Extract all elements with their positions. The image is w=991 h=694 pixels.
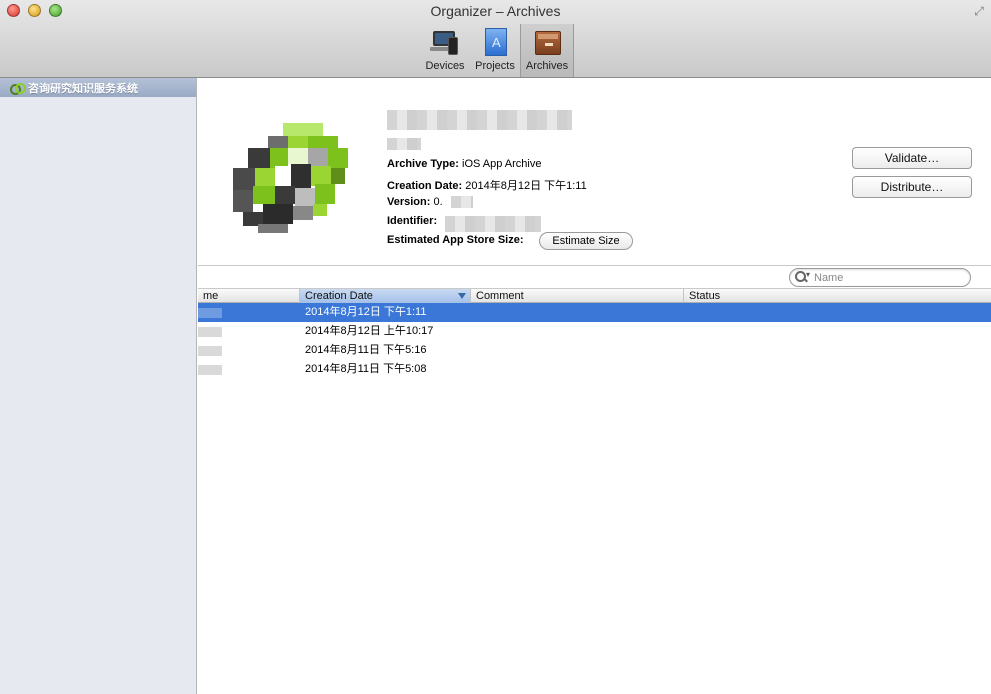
identifier-label: Identifier: [387, 215, 438, 227]
name-redacted [198, 346, 222, 356]
sidebar-item-app[interactable]: 咨询研究知识服务系统 [0, 78, 196, 97]
identifier-redacted [445, 216, 541, 232]
tab-label: Devices [425, 60, 465, 72]
app-subtitle-redacted [387, 138, 421, 150]
devices-icon [430, 27, 460, 57]
app-link-icon [10, 82, 26, 95]
creation-date-value: 2014年8月12日 下午1:11 [465, 180, 587, 192]
app-name-redacted [387, 110, 572, 130]
archive-type-label: Archive Type: [387, 158, 459, 170]
app-icon [233, 123, 348, 233]
creation-date-row: Creation Date: 2014年8月12日 下午1:11 [387, 177, 587, 193]
row-creation-date: 2014年8月12日 下午1:11 [305, 306, 427, 318]
row-creation-date: 2014年8月12日 上午10:17 [305, 325, 434, 337]
name-redacted [198, 327, 222, 337]
sidebar: 咨询研究知识服务系统 [0, 78, 197, 694]
creation-date-label: Creation Date: [387, 180, 463, 192]
distribute-button[interactable]: Distribute… [852, 176, 972, 198]
archives-icon [532, 27, 562, 57]
tab-projects[interactable]: Projects [470, 24, 520, 77]
estimate-size-button[interactable]: Estimate Size [539, 232, 633, 250]
column-header-name[interactable]: me [198, 289, 300, 303]
table-header: me Creation Date Comment Status [198, 288, 991, 303]
tab-devices[interactable]: Devices [420, 24, 470, 77]
archive-type-value: iOS App Archive [462, 158, 542, 170]
toolbar-tabs: Devices Projects Archives [420, 24, 574, 78]
identifier-row: Identifier: [387, 215, 437, 227]
archives-table: me Creation Date Comment Status 2014年8月1… [198, 288, 991, 379]
column-header-comment[interactable]: Comment [471, 289, 684, 303]
tab-label: Projects [475, 60, 515, 72]
version-redacted [451, 196, 473, 208]
size-row: Estimated App Store Size: [387, 234, 524, 246]
fullscreen-icon[interactable]: ⤢ [972, 4, 986, 18]
version-value: 0. [433, 196, 443, 208]
sort-descending-icon [458, 293, 466, 299]
version-label: Version: [387, 196, 431, 208]
row-creation-date: 2014年8月11日 下午5:16 [305, 344, 427, 356]
chevron-down-icon[interactable]: ▾ [806, 270, 810, 279]
row-creation-date: 2014年8月11日 下午5:08 [305, 363, 427, 375]
table-row[interactable]: 2014年8月11日 下午5:16 [198, 341, 991, 360]
window-title: Organizer – Archives [430, 3, 561, 19]
sidebar-item-label: 咨询研究知识服务系统 [28, 82, 138, 95]
archive-type-row: Archive Type: iOS App Archive [387, 158, 542, 170]
name-redacted [198, 365, 222, 375]
filter-bar: ▾ [198, 266, 991, 288]
window-toolbar: Organizer – Archives ⤢ Devices Projects … [0, 0, 991, 78]
tab-archives[interactable]: Archives [520, 24, 574, 77]
search-field[interactable]: ▾ [789, 268, 971, 287]
column-header-creation-date[interactable]: Creation Date [300, 289, 471, 303]
table-row[interactable]: 2014年8月12日 下午1:11 [198, 303, 991, 322]
tab-label: Archives [525, 60, 569, 72]
validate-button[interactable]: Validate… [852, 147, 972, 169]
search-input[interactable] [814, 270, 964, 285]
archive-detail-panel: Archive Type: iOS App Archive Creation D… [198, 78, 991, 266]
column-header-status[interactable]: Status [684, 289, 991, 303]
name-redacted [198, 308, 222, 318]
version-row: Version: 0. [387, 196, 443, 208]
table-row[interactable]: 2014年8月11日 下午5:08 [198, 360, 991, 379]
projects-icon [480, 27, 510, 57]
table-row[interactable]: 2014年8月12日 上午10:17 [198, 322, 991, 341]
size-label: Estimated App Store Size: [387, 234, 524, 246]
